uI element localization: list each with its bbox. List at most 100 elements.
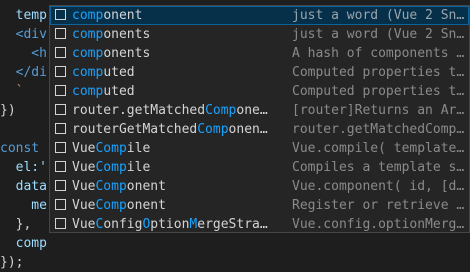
suggestion-detail: just a word (Vue 2 Sn… [292, 8, 465, 23]
suggestion-label: VueComponent [72, 196, 288, 215]
text-word-icon [55, 123, 66, 134]
code-token: }, [0, 217, 32, 232]
suggestion-label-text: onen… [228, 122, 268, 137]
suggestion-label-match: comp [72, 27, 104, 42]
suggestion-label-text: Vue [72, 160, 96, 175]
code-token: </di [0, 65, 47, 80]
suggestion-label-text: one… [236, 103, 268, 118]
suggestion-label-text: Vue [72, 198, 96, 213]
suggestion-detail: [router]Returns an Ar… [292, 103, 465, 118]
suggestion-label-text: ile [126, 160, 151, 175]
suggestion-label-text: ile [126, 141, 151, 156]
code-token: el:' [0, 160, 47, 175]
suggestion-label-match: Comp [95, 179, 127, 194]
suggestion-label-match: Comp [95, 160, 127, 175]
suggestion-label-match: comp [72, 84, 104, 99]
suggestion-item[interactable]: component just a word (Vue 2 Sn… [50, 6, 469, 25]
suggestion-label-match: comp [72, 65, 104, 80]
code-token: temp [0, 8, 47, 23]
code-line[interactable]: const [0, 139, 39, 158]
suggestion-label: components [72, 25, 288, 44]
suggestion-item[interactable]: components just a word (Vue 2 Sn… [50, 25, 469, 44]
suggestion-item[interactable]: VueComponent Register or retrieve … [50, 196, 469, 215]
suggestion-label-text: Vue [72, 217, 96, 232]
suggestion-label: computed [72, 63, 288, 82]
code-line[interactable]: el:' [0, 158, 47, 177]
suggestion-label-text: router.getMatched [72, 103, 206, 118]
suggestion-detail: Vue.component( id, [d… [292, 179, 465, 194]
suggestion-detail: Compiles a template s… [292, 160, 465, 175]
code-line[interactable]: <div [0, 25, 47, 44]
suggestion-label-text: onent [103, 8, 143, 23]
suggestion-label: component [72, 6, 288, 25]
text-word-icon [55, 47, 66, 58]
suggestion-item[interactable]: VueCompile Compiles a template s… [50, 158, 469, 177]
suggestion-label-match: Comp [205, 103, 237, 118]
suggestion-label-text: onent [126, 179, 166, 194]
code-line[interactable]: }, [0, 215, 32, 234]
code-token: comp [0, 236, 47, 251]
code-line[interactable]: ` [0, 82, 24, 101]
suggestion-label-text: uted [103, 65, 135, 80]
suggestion-item[interactable]: routerGetMatchedComponen… router.getMatch… [50, 120, 469, 139]
suggestion-label: components [72, 44, 288, 63]
text-word-icon [55, 142, 66, 153]
suggestion-label-match: Comp [95, 141, 127, 156]
code-token: }); [0, 255, 24, 270]
suggestion-label: VueComponent [72, 177, 288, 196]
text-word-icon [55, 104, 66, 115]
suggestion-label: router.getMatchedCompone… [72, 101, 288, 120]
suggestion-label: VueConfigOptionMergeStra… [72, 215, 288, 232]
text-word-icon [55, 218, 66, 229]
suggestion-item[interactable]: VueCompile Vue.compile( template… [50, 139, 469, 158]
code-token: data [0, 179, 47, 194]
code-token: }) [0, 103, 16, 118]
suggestion-detail: A hash of components … [292, 46, 465, 61]
suggestion-label-text: ption [150, 217, 190, 232]
suggestion-detail: Vue.config.optionMerg… [292, 217, 465, 232]
code-line[interactable]: }); [0, 253, 23, 272]
suggestion-item[interactable]: computed Computed properties t… [50, 82, 469, 101]
suggestion-label: routerGetMatchedComponen… [72, 120, 288, 139]
suggestion-label: VueCompile [72, 158, 288, 177]
suggestion-label-text: Vue [72, 179, 96, 194]
code-line[interactable]: me [0, 196, 47, 215]
code-line[interactable]: data [0, 177, 47, 196]
code-token: const [0, 141, 40, 156]
text-word-icon [55, 161, 66, 172]
code-token: ` [0, 84, 24, 99]
code-line[interactable]: </di [0, 63, 47, 82]
suggestion-detail: Computed properties t… [292, 84, 465, 99]
suggestion-item[interactable]: VueConfigOptionMergeStra… Vue.config.opti… [50, 215, 469, 232]
code-line[interactable]: <h [0, 44, 47, 63]
suggestion-label: computed [72, 82, 288, 101]
suggestion-detail: Register or retrieve … [292, 198, 465, 213]
suggestion-label-match: Comp [95, 198, 127, 213]
text-word-icon [55, 66, 66, 77]
code-token: me [0, 198, 47, 213]
suggestion-label-text: onents [103, 46, 151, 61]
suggestion-detail: just a word (Vue 2 Sn… [292, 27, 465, 42]
suggestion-label: VueCompile [72, 139, 288, 158]
suggestion-label-text: onents [103, 27, 151, 42]
suggestion-label-text: Vue [72, 141, 96, 156]
suggestion-item[interactable]: components A hash of components … [50, 44, 469, 63]
text-word-icon [55, 85, 66, 96]
suggestion-detail: Vue.compile( template… [292, 141, 465, 156]
code-line[interactable]: }) [0, 101, 16, 120]
code-line[interactable]: temp [0, 6, 47, 25]
text-word-icon [55, 28, 66, 39]
code-token: <h [0, 46, 47, 61]
suggestion-item[interactable]: computed Computed properties t… [50, 63, 469, 82]
text-word-icon [55, 180, 66, 191]
code-token: <div [0, 27, 47, 42]
suggestion-item[interactable]: VueComponent Vue.component( id, [d… [50, 177, 469, 196]
suggest-widget[interactable]: component just a word (Vue 2 Sn… component… [49, 5, 470, 233]
suggestion-label-match: Comp [197, 122, 229, 137]
suggestion-item[interactable]: router.getMatchedCompone… [router]Returns… [50, 101, 469, 120]
suggestion-detail: router.getMatchedComp… [292, 122, 465, 137]
suggestion-label-text: onfig [103, 217, 143, 232]
suggestion-label-match: comp [72, 8, 104, 23]
suggestion-label-match: comp [72, 46, 104, 61]
code-line[interactable]: comp [0, 234, 47, 253]
